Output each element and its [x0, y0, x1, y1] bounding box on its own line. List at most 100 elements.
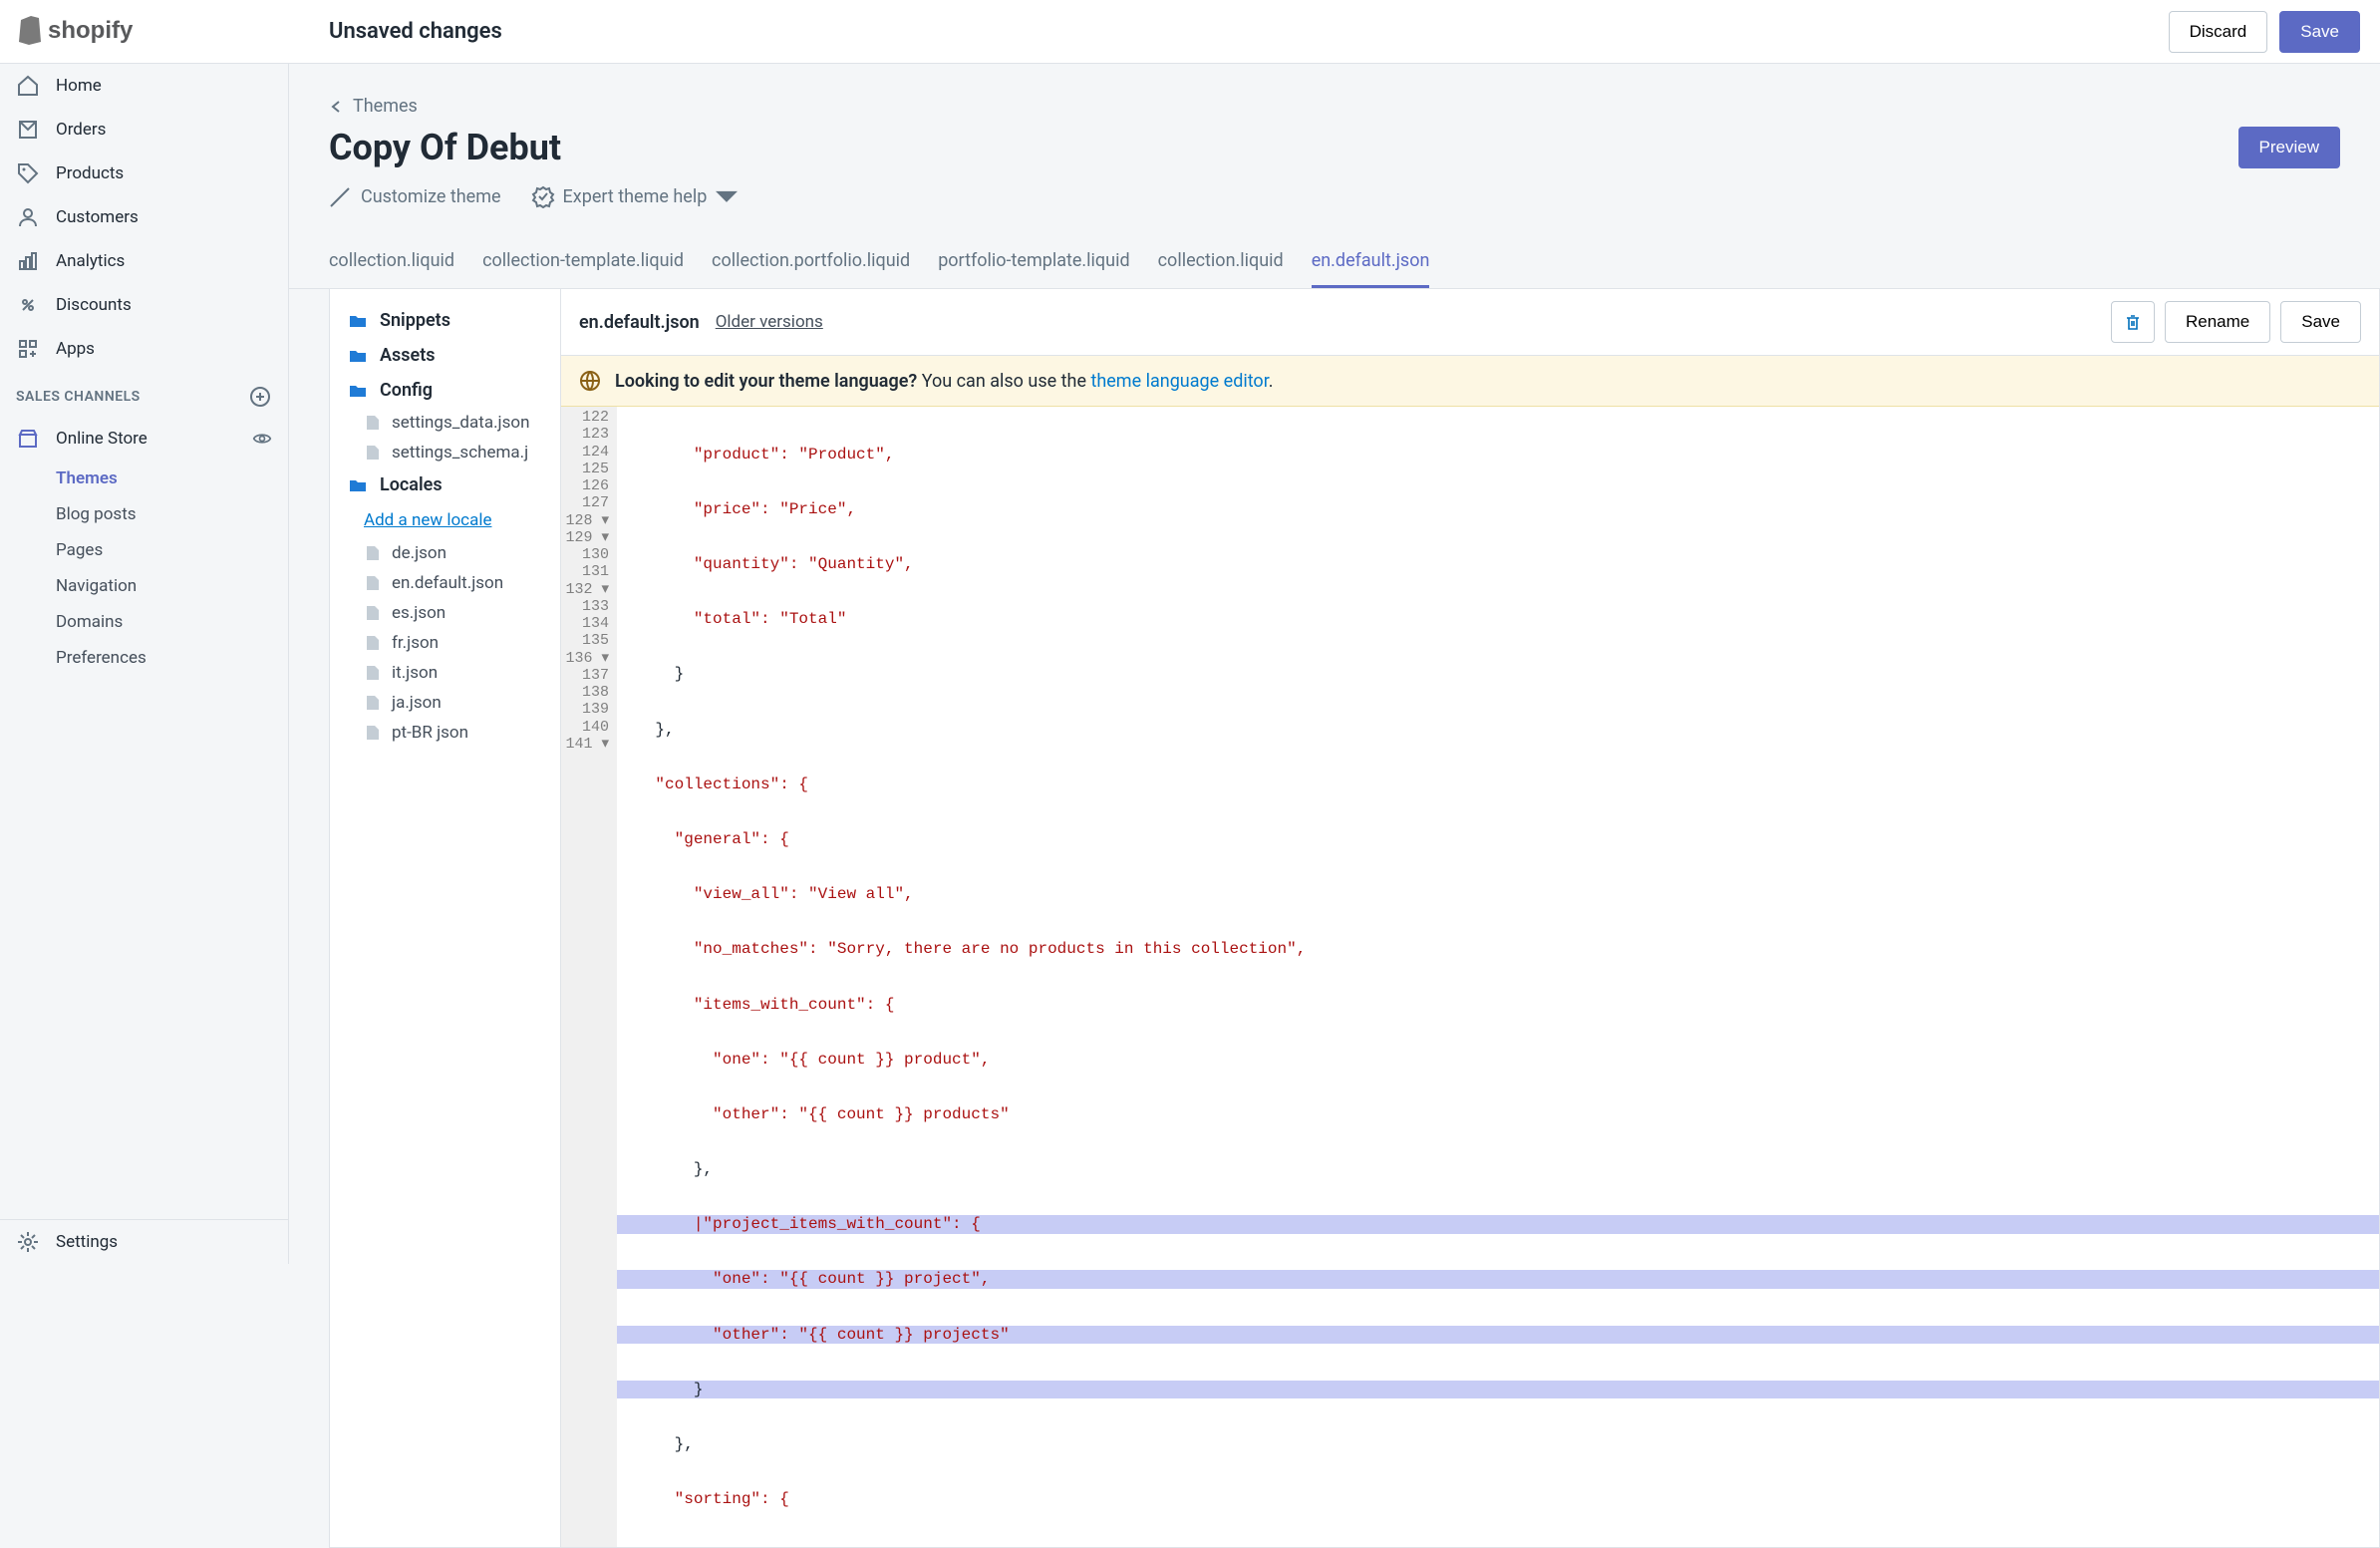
nav-discounts[interactable]: Discounts — [0, 283, 288, 327]
file-settings-data[interactable]: settings_data.json — [330, 408, 560, 438]
main-content: Themes Copy Of Debut Preview Customize t… — [289, 64, 2380, 1548]
analytics-icon — [16, 249, 40, 273]
nav-label: Analytics — [56, 251, 125, 271]
nav-preferences[interactable]: Preferences — [56, 640, 288, 676]
file-icon — [364, 664, 382, 682]
discard-button[interactable]: Discard — [2169, 11, 2268, 53]
current-filename: en.default.json — [579, 312, 700, 333]
file-ja[interactable]: ja.json — [330, 688, 560, 718]
file-label: fr.json — [392, 633, 439, 653]
trash-icon — [2124, 313, 2142, 331]
nav-label: Settings — [56, 1232, 118, 1252]
code-lines[interactable]: "product": "Product", "price": "Price", … — [617, 407, 2379, 1547]
top-bar: shopify Unsaved changes Discard Save — [0, 0, 2380, 64]
nav-products[interactable]: Products — [0, 152, 288, 195]
nav-analytics[interactable]: Analytics — [0, 239, 288, 283]
tab-file-active[interactable]: en.default.json — [1312, 250, 1430, 288]
code-line: "no_matches": "Sorry, there are no produ… — [617, 940, 2379, 958]
theme-language-editor-link[interactable]: theme language editor — [1090, 371, 1268, 392]
tab-file[interactable]: collection.portfolio.liquid — [712, 250, 910, 288]
view-store-icon[interactable] — [252, 429, 272, 449]
rename-button[interactable]: Rename — [2165, 301, 2270, 343]
code-line: "view_all": "View all", — [617, 885, 2379, 903]
code-line: }, — [617, 1435, 2379, 1453]
tab-file[interactable]: collection-template.liquid — [482, 250, 684, 288]
action-label: Expert theme help — [563, 186, 708, 207]
code-line: "sorting": { — [617, 1490, 2379, 1508]
nav-online-store[interactable]: Online Store — [0, 417, 288, 461]
language-notice: Looking to edit your theme language? You… — [561, 356, 2379, 407]
delete-button[interactable] — [2111, 301, 2155, 343]
caret-down-icon — [715, 184, 739, 208]
editor-area: Snippets Assets Config settings_data.jso… — [329, 289, 2380, 1548]
sidebar: Home Orders Products Customers Analytics… — [0, 64, 289, 1264]
folder-assets[interactable]: Assets — [330, 338, 560, 373]
line-gutter: 122123124125126127128 ▾129 ▾130131132 ▾1… — [561, 407, 617, 1547]
add-locale-link[interactable]: Add a new locale — [330, 502, 560, 538]
preview-button[interactable]: Preview — [2238, 127, 2340, 168]
nav-orders[interactable]: Orders — [0, 108, 288, 152]
page-header: Themes Copy Of Debut Preview Customize t… — [289, 64, 2380, 232]
folder-icon — [348, 346, 368, 366]
code-save-button[interactable]: Save — [2280, 301, 2361, 343]
nav-themes[interactable]: Themes — [56, 461, 288, 496]
section-label: SALES CHANNELS — [16, 389, 141, 405]
code-line: "product": "Product", — [617, 446, 2379, 464]
breadcrumb-back[interactable]: Themes — [329, 96, 2340, 117]
nav-customers[interactable]: Customers — [0, 195, 288, 239]
nav-home[interactable]: Home — [0, 64, 288, 108]
file-icon — [364, 444, 382, 462]
discounts-icon — [16, 293, 40, 317]
code-line: "quantity": "Quantity", — [617, 555, 2379, 573]
nav-domains[interactable]: Domains — [56, 604, 288, 640]
file-en-default[interactable]: en.default.json — [330, 568, 560, 598]
file-label: es.json — [392, 603, 446, 623]
page-title: Copy Of Debut — [329, 127, 561, 168]
file-de[interactable]: de.json — [330, 538, 560, 568]
nav-blog-posts[interactable]: Blog posts — [56, 496, 288, 532]
code-line: "other": "{{ count }} projects" — [617, 1326, 2379, 1344]
folder-locales[interactable]: Locales — [330, 467, 560, 502]
file-pt[interactable]: pt-BR json — [330, 718, 560, 748]
globe-icon — [579, 370, 601, 392]
code-line: "general": { — [617, 830, 2379, 848]
file-icon — [364, 414, 382, 432]
apps-icon — [16, 337, 40, 361]
code-line: |"project_items_with_count": { — [617, 1215, 2379, 1233]
file-label: settings_schema.j — [392, 443, 528, 463]
file-settings-schema[interactable]: settings_schema.j — [330, 438, 560, 467]
nav-pages[interactable]: Pages — [56, 532, 288, 568]
code-line: "one": "{{ count }} product", — [617, 1051, 2379, 1069]
file-es[interactable]: es.json — [330, 598, 560, 628]
theme-actions: Customize theme Expert theme help — [329, 184, 2340, 208]
tab-file[interactable]: collection.liquid — [329, 250, 454, 288]
breadcrumb-label: Themes — [353, 96, 418, 117]
code-header: en.default.json Older versions Rename Sa… — [561, 289, 2379, 356]
home-icon — [16, 74, 40, 98]
code-body[interactable]: 122123124125126127128 ▾129 ▾130131132 ▾1… — [561, 407, 2379, 1547]
tab-file[interactable]: collection.liquid — [1158, 250, 1284, 288]
customers-icon — [16, 205, 40, 229]
expert-help-button[interactable]: Expert theme help — [531, 184, 740, 208]
folder-icon — [348, 475, 368, 495]
nav-label: Products — [56, 163, 124, 183]
file-fr[interactable]: fr.json — [330, 628, 560, 658]
save-button[interactable]: Save — [2279, 11, 2360, 53]
file-it[interactable]: it.json — [330, 658, 560, 688]
folder-snippets[interactable]: Snippets — [330, 303, 560, 338]
file-tree: Snippets Assets Config settings_data.jso… — [330, 289, 561, 1547]
customize-theme-button[interactable]: Customize theme — [329, 184, 501, 208]
nav-apps[interactable]: Apps — [0, 327, 288, 371]
add-channel-icon[interactable] — [248, 385, 272, 409]
svg-text:shopify: shopify — [48, 17, 134, 44]
code-line: "items_with_count": { — [617, 996, 2379, 1014]
older-versions-link[interactable]: Older versions — [716, 312, 823, 332]
code-line: "collections": { — [617, 775, 2379, 793]
nav-navigation[interactable]: Navigation — [56, 568, 288, 604]
nav-settings[interactable]: Settings — [0, 1220, 288, 1264]
folder-label: Config — [380, 380, 433, 401]
tab-file[interactable]: portfolio-template.liquid — [938, 250, 1129, 288]
file-label: it.json — [392, 663, 438, 683]
code-line: } — [617, 1381, 2379, 1398]
folder-config[interactable]: Config — [330, 373, 560, 408]
